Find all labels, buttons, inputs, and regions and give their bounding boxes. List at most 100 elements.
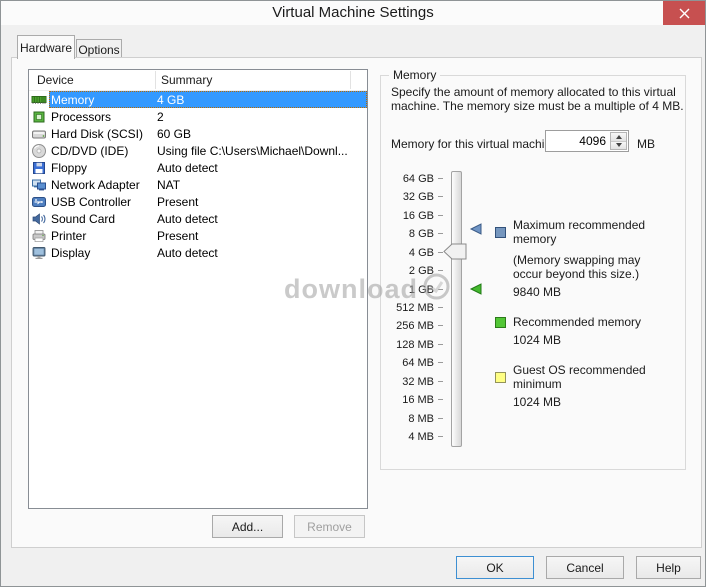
tick-mark — [438, 436, 443, 437]
tab-hardware[interactable]: Hardware — [17, 35, 75, 59]
printer-icon — [29, 228, 49, 244]
tick-mark — [438, 196, 443, 197]
memory-legend: Maximum recommended memory (Memory swapp… — [495, 218, 681, 409]
device-name: Display — [49, 246, 157, 260]
scale-label: 512 MB — [381, 301, 443, 314]
tick-mark — [438, 325, 443, 326]
tick-mark — [438, 381, 443, 382]
cancel-button[interactable]: Cancel — [546, 556, 624, 579]
spinner-down-icon[interactable] — [611, 142, 626, 150]
column-divider[interactable] — [155, 71, 156, 89]
device-name: Memory — [49, 93, 157, 107]
device-row-printer[interactable]: Printer Present — [29, 227, 367, 244]
scale-label: 4 MB — [381, 430, 443, 443]
max-memory-value: 9840 MB — [513, 285, 681, 299]
device-row-cd-dvd[interactable]: CD/DVD (IDE) Using file C:\Users\Michael… — [29, 142, 367, 159]
device-summary: Present — [157, 229, 367, 243]
memory-description-line1: Specify the amount of memory allocated t… — [391, 85, 676, 99]
scale-label: 256 MB — [381, 319, 443, 332]
tick-mark — [438, 344, 443, 345]
usb-controller-icon — [29, 194, 49, 210]
scale-label: 32 MB — [381, 375, 443, 388]
device-list-header: Device Summary — [29, 70, 367, 91]
max-memory-note-line1: (Memory swapping may — [513, 253, 681, 267]
guest-os-minimum-legend-icon — [495, 372, 506, 383]
memory-spinner — [610, 132, 627, 150]
column-header-summary[interactable]: Summary — [161, 73, 212, 87]
hardware-tab-page: Device Summary Memory 4 GB Pr — [11, 57, 702, 548]
device-summary: Auto detect — [157, 161, 367, 175]
device-summary: 60 GB — [157, 127, 367, 141]
device-row-display[interactable]: Display Auto detect — [29, 244, 367, 261]
dialog-title: Virtual Machine Settings — [1, 4, 705, 21]
memory-size-field — [545, 130, 629, 152]
scale-label: 4 GB — [381, 246, 443, 259]
sound-card-icon — [29, 211, 49, 227]
scale-label: 16 GB — [381, 209, 443, 222]
device-name: Sound Card — [49, 212, 157, 226]
device-row-hard-disk[interactable]: Hard Disk (SCSI) 60 GB — [29, 125, 367, 142]
device-name: Floppy — [49, 161, 157, 175]
max-memory-label: Maximum recommended memory — [513, 218, 681, 246]
floppy-icon — [29, 160, 49, 176]
tick-mark — [438, 215, 443, 216]
recommended-memory-value: 1024 MB — [513, 333, 681, 347]
device-row-sound-card[interactable]: Sound Card Auto detect — [29, 210, 367, 227]
memory-slider-handle[interactable] — [443, 243, 467, 265]
memory-slider-track[interactable] — [451, 171, 462, 447]
add-button[interactable]: Add... — [212, 515, 283, 538]
device-name: Printer — [49, 229, 157, 243]
device-row-processors[interactable]: Processors 2 — [29, 108, 367, 125]
device-row-usb-controller[interactable]: USB Controller Present — [29, 193, 367, 210]
help-button[interactable]: Help — [636, 556, 701, 579]
titlebar[interactable]: Virtual Machine Settings — [1, 1, 705, 25]
virtual-machine-settings-dialog: Virtual Machine Settings Options Hardwar… — [0, 0, 706, 587]
tick-mark — [438, 178, 443, 179]
cd-dvd-icon — [29, 143, 49, 159]
memory-unit-label: MB — [637, 137, 655, 151]
device-row-floppy[interactable]: Floppy Auto detect — [29, 159, 367, 176]
recommended-memory-legend-icon — [495, 317, 506, 328]
device-summary: 2 — [157, 110, 367, 124]
group-box-title: Memory — [389, 68, 440, 82]
device-row-memory[interactable]: Memory 4 GB — [29, 91, 367, 108]
device-summary: NAT — [157, 178, 367, 192]
scale-label: 2 GB — [381, 264, 443, 277]
spinner-up-icon[interactable] — [611, 133, 626, 142]
tab-options[interactable]: Options — [76, 39, 122, 58]
scale-label: 32 GB — [381, 190, 443, 203]
scale-label: 128 MB — [381, 338, 443, 351]
memory-size-input[interactable] — [546, 131, 608, 151]
max-memory-legend-icon — [495, 227, 506, 238]
recommended-memory-marker-icon — [469, 282, 482, 300]
guest-os-minimum-value: 1024 MB — [513, 395, 681, 409]
column-header-device[interactable]: Device — [37, 73, 74, 87]
network-adapter-icon — [29, 177, 49, 193]
guest-os-minimum-label: Guest OS recommended minimum — [513, 363, 681, 391]
device-row-network-adapter[interactable]: Network Adapter NAT — [29, 176, 367, 193]
device-list: Device Summary Memory 4 GB Pr — [28, 69, 368, 509]
close-button[interactable] — [663, 1, 705, 25]
tick-mark — [438, 399, 443, 400]
memory-field-label: Memory for this virtual machine: — [391, 137, 561, 151]
recommended-memory-label: Recommended memory — [513, 315, 641, 329]
scale-label: 1 GB — [381, 283, 443, 296]
memory-description-line2: machine. The memory size must be a multi… — [391, 99, 684, 113]
scale-label: 64 MB — [381, 356, 443, 369]
device-summary: Using file C:\Users\Michael\Downl... — [157, 144, 367, 158]
device-name: Hard Disk (SCSI) — [49, 127, 157, 141]
scale-label: 16 MB — [381, 393, 443, 406]
ok-button[interactable]: OK — [456, 556, 534, 579]
max-memory-note-line2: occur beyond this size.) — [513, 267, 681, 281]
remove-button: Remove — [294, 515, 365, 538]
hard-disk-icon — [29, 126, 49, 142]
max-memory-marker-icon — [469, 222, 482, 240]
tick-mark — [438, 270, 443, 271]
tick-mark — [438, 289, 443, 290]
device-name: Processors — [49, 110, 157, 124]
device-summary: Auto detect — [157, 246, 367, 260]
scale-label: 8 GB — [381, 227, 443, 240]
column-divider[interactable] — [350, 71, 351, 89]
tick-mark — [438, 233, 443, 234]
memory-icon — [29, 92, 49, 108]
